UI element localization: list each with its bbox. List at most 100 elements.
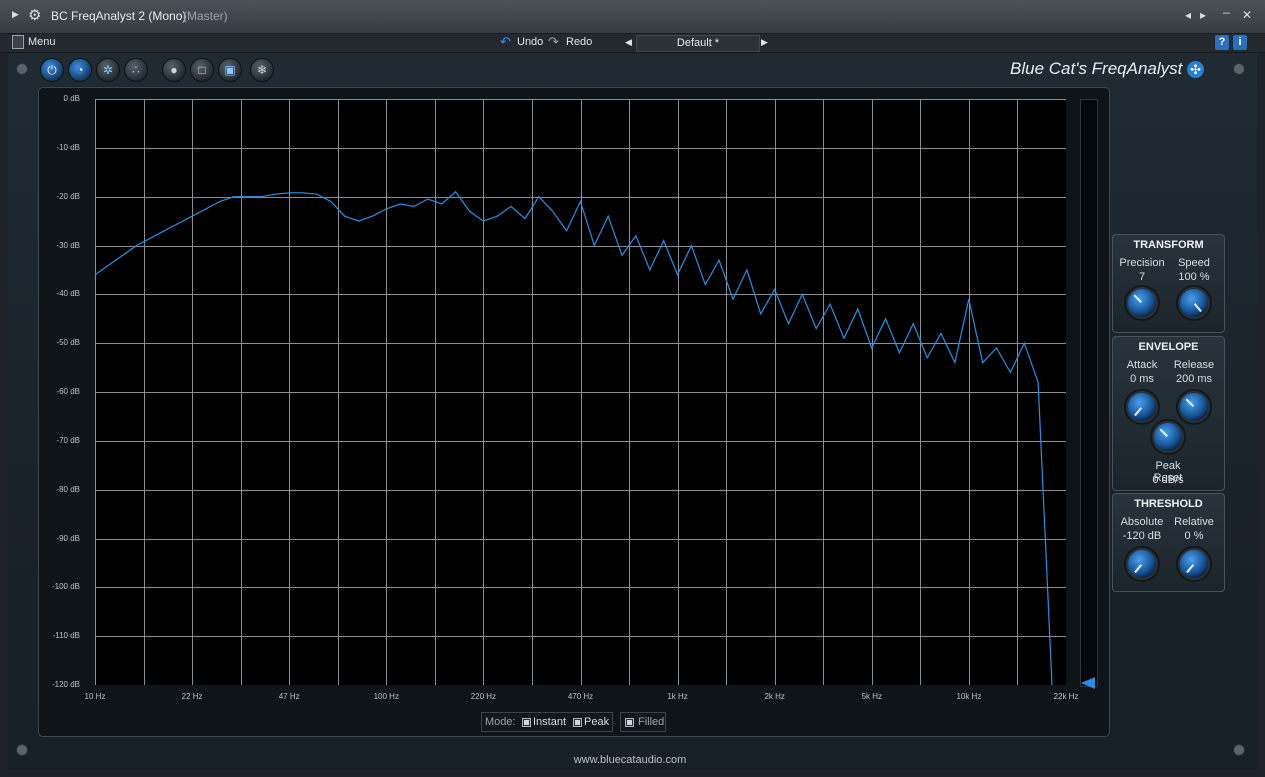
level-meter	[1080, 99, 1098, 687]
website-link[interactable]: www.bluecataudio.com	[560, 754, 700, 766]
relative-label: Relative	[1174, 516, 1214, 528]
menu-bar: Menu ↶ Undo ↷ Redo ◀ Default * ▶ ? i	[0, 34, 1265, 53]
brand-logo: Blue Cat's FreqAnalyst ✣	[1010, 59, 1205, 79]
y-tick-label: -70 dB	[56, 435, 80, 445]
peak-reset-value: 0 dB/s	[1152, 474, 1184, 486]
mode-selector: Mode: Instant Peak	[481, 712, 613, 732]
threshold-marker-icon[interactable]	[1081, 677, 1095, 689]
x-tick-label: 22k Hz	[1053, 692, 1079, 701]
spectrum-svg	[95, 99, 1066, 685]
x-tick-label: 5k Hz	[861, 692, 883, 701]
threshold-title: THRESHOLD	[1134, 498, 1203, 510]
x-tick-label: 22 Hz	[181, 692, 203, 701]
filled-checkbox[interactable]	[625, 718, 634, 727]
redo-icon[interactable]: ↷	[548, 34, 559, 50]
close-button[interactable]: ✕	[1242, 8, 1252, 22]
collapse-arrow-icon[interactable]: ▶	[12, 9, 19, 20]
bluecat-logo-icon: ✣	[1187, 61, 1205, 78]
screw-icon	[16, 63, 28, 75]
y-tick-label: -100 dB	[51, 582, 80, 592]
absolute-label: Absolute	[1120, 516, 1164, 528]
screw-icon	[1233, 63, 1245, 75]
precision-label: Precision	[1119, 257, 1165, 269]
transform-panel: TRANSFORM Precision Speed 7 100 %	[1112, 234, 1225, 333]
window-subtitle: (Master)	[183, 9, 228, 23]
speed-label: Speed	[1178, 257, 1210, 269]
peak-reset-knob[interactable]	[1152, 421, 1184, 453]
brand-text: Blue Cat's FreqAnalyst	[1010, 59, 1183, 78]
x-tick-label: 10k Hz	[956, 692, 982, 701]
settings-button[interactable]: ✲	[96, 58, 120, 82]
y-tick-label: -30 dB	[56, 240, 80, 250]
y-tick-label: -120 dB	[51, 680, 80, 689]
precision-knob[interactable]	[1126, 287, 1158, 319]
prev-plugin-button[interactable]: ◂	[1185, 8, 1191, 22]
x-tick-label: 10 Hz	[84, 692, 106, 701]
absolute-value: -120 dB	[1122, 530, 1162, 542]
title-bar: ▶ ⚙ BC FreqAnalyst 2 (Mono) (Master) ◂ ▸…	[0, 0, 1265, 34]
spectrum-plot[interactable]	[95, 99, 1066, 685]
release-label: Release	[1173, 359, 1215, 371]
attack-knob[interactable]	[1126, 391, 1158, 423]
screw-icon	[1233, 744, 1245, 756]
screw-icon	[16, 744, 28, 756]
mode-label: Mode:	[485, 716, 516, 728]
y-tick-label: -110 dB	[52, 631, 80, 641]
release-knob[interactable]	[1178, 391, 1210, 423]
display-mode-button[interactable]: ◔	[68, 58, 92, 82]
freeze-button[interactable]: ▣	[218, 58, 242, 82]
y-tick-label: -80 dB	[56, 484, 80, 494]
transform-title: TRANSFORM	[1133, 239, 1204, 251]
menu-button[interactable]: Menu	[28, 36, 56, 48]
speed-value: 100 %	[1178, 271, 1210, 283]
release-value: 200 ms	[1175, 373, 1213, 385]
filled-label[interactable]: Filled	[638, 716, 664, 728]
next-preset-icon[interactable]: ▶	[761, 37, 768, 48]
prev-preset-icon[interactable]: ◀	[625, 37, 632, 48]
speed-knob[interactable]	[1178, 287, 1210, 319]
share-button[interactable]: ∴	[124, 58, 148, 82]
preset-selector[interactable]: Default *	[636, 35, 760, 52]
y-tick-label: 0 dB	[63, 94, 80, 103]
record-button[interactable]: ●	[162, 58, 186, 82]
envelope-title: ENVELOPE	[1138, 341, 1199, 353]
filled-selector: Filled	[620, 712, 666, 732]
menu-icon[interactable]	[12, 35, 24, 49]
x-tick-label: 2k Hz	[764, 692, 785, 701]
y-tick-label: -90 dB	[56, 533, 80, 543]
redo-button[interactable]: Redo	[566, 36, 592, 48]
undo-button[interactable]: Undo	[517, 36, 543, 48]
y-tick-label: -50 dB	[56, 338, 80, 348]
y-tick-label: -10 dB	[56, 142, 80, 152]
peak-checkbox[interactable]	[573, 718, 582, 727]
absolute-knob[interactable]	[1126, 548, 1158, 580]
x-tick-label: 470 Hz	[567, 692, 594, 701]
settings-gear-icon[interactable]: ⚙	[28, 6, 41, 24]
y-tick-label: -40 dB	[56, 289, 80, 299]
snowflake-icon[interactable]: ❄	[250, 58, 274, 82]
peak-label[interactable]: Peak	[584, 716, 609, 728]
attack-value: 0 ms	[1130, 373, 1154, 385]
relative-knob[interactable]	[1178, 548, 1210, 580]
help-button[interactable]: ?	[1215, 35, 1229, 50]
x-tick-label: 100 Hz	[373, 692, 399, 701]
stop-button[interactable]: □	[190, 58, 214, 82]
spectrum-line	[95, 190, 1053, 685]
next-plugin-button[interactable]: ▸	[1200, 8, 1206, 22]
instant-checkbox[interactable]	[522, 718, 531, 727]
info-button[interactable]: i	[1233, 35, 1247, 50]
window-title: BC FreqAnalyst 2 (Mono)	[51, 9, 187, 23]
x-tick-label: 47 Hz	[278, 692, 300, 701]
x-tick-label: 220 Hz	[470, 692, 497, 701]
minimize-button[interactable]: –	[1223, 5, 1230, 19]
y-tick-label: -60 dB	[56, 387, 80, 396]
instant-label[interactable]: Instant	[533, 716, 566, 728]
x-tick-label: 1k Hz	[667, 692, 688, 701]
relative-value: 0 %	[1184, 530, 1204, 542]
undo-icon[interactable]: ↶	[500, 34, 511, 50]
envelope-panel: ENVELOPE Attack Release 0 ms 200 ms Peak…	[1112, 336, 1225, 491]
threshold-panel: THRESHOLD Absolute Relative -120 dB 0 %	[1112, 493, 1225, 592]
attack-label: Attack	[1126, 359, 1158, 371]
y-tick-label: -20 dB	[56, 191, 80, 201]
power-button[interactable]: ⏻	[40, 58, 64, 82]
